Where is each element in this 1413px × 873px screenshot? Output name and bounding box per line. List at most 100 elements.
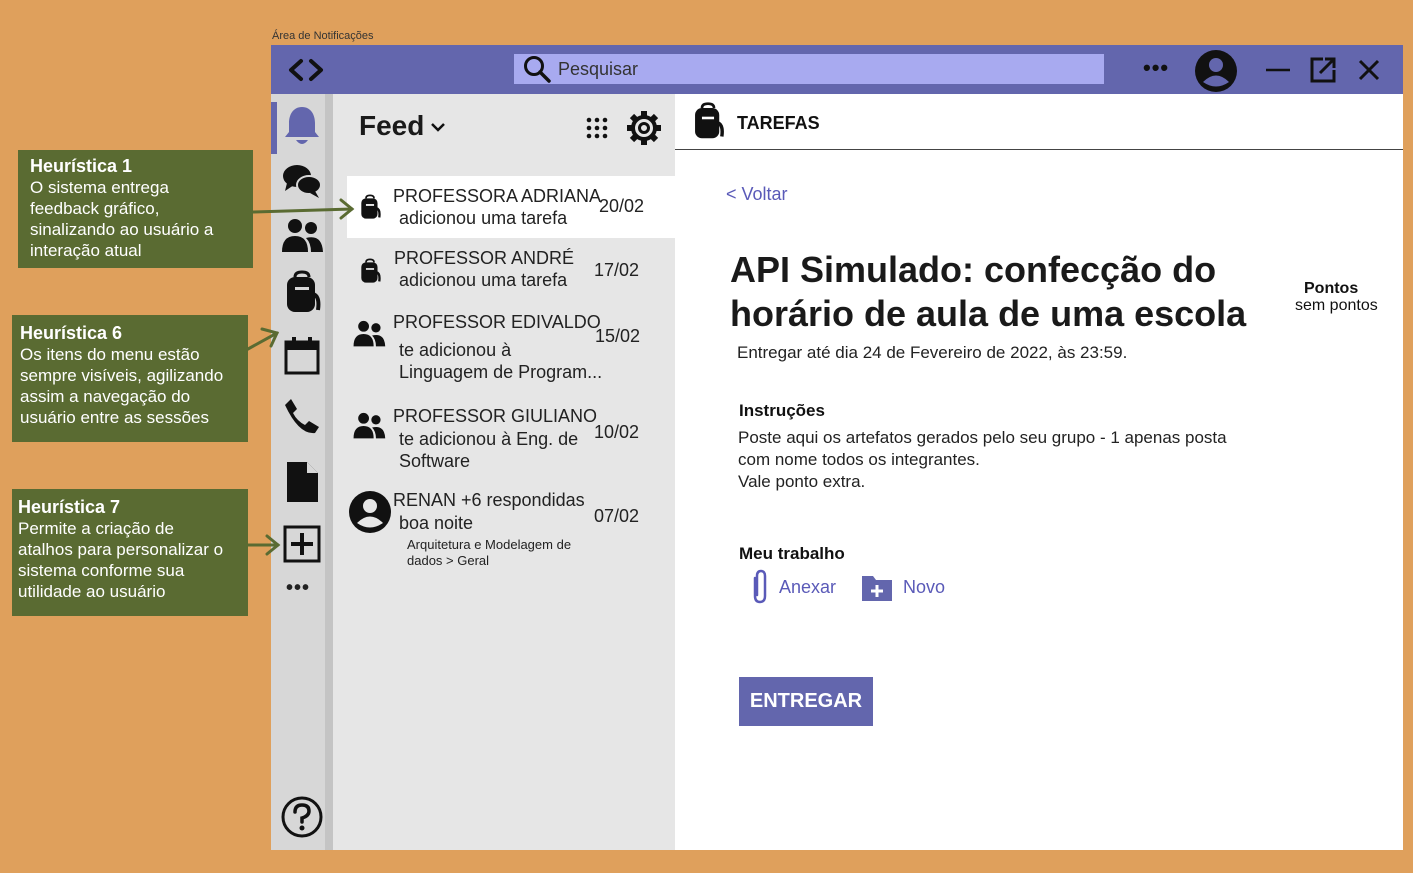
heuristic-note-6: Heurística 6 Os itens do menu estão semp…	[12, 315, 248, 442]
rail-item-notifications[interactable]	[280, 104, 324, 148]
feed-panel: Feed PROFESSORA ADRIANA adicionou uma ta…	[333, 94, 675, 850]
close-icon[interactable]	[1355, 56, 1383, 84]
heuristic-note-1: Heurística 1 O sistema entrega feedback …	[18, 150, 253, 268]
instructions-line: Poste aqui os artefatos gerados pelo seu…	[738, 428, 1227, 447]
rail-item-calls[interactable]	[280, 394, 324, 438]
feed-item-channel: dados > Geral	[407, 553, 490, 568]
new-label: Novo	[903, 576, 946, 597]
note-line: O sistema entrega	[30, 178, 169, 197]
avatar-icon[interactable]	[1194, 49, 1238, 93]
backpack-icon	[361, 258, 381, 283]
top-bar: Pesquisar •••	[271, 45, 1403, 94]
backpack-icon	[695, 102, 724, 139]
apps-grid-icon[interactable]	[585, 116, 609, 140]
backpack-icon	[361, 194, 381, 219]
app-window: Pesquisar ••• ••• Feed PROFESSORA ADRIAN…	[271, 45, 1403, 850]
chat-icon	[283, 165, 322, 198]
feed-item[interactable]: RENAN +6 respondidas boa noite Arquitetu…	[347, 488, 675, 578]
task-title: API Simulado: confecção do horário de au…	[730, 248, 1270, 336]
backpack-icon	[287, 270, 321, 312]
feed-item-sub: te adicionou à	[399, 340, 512, 360]
feed-item-date: 10/02	[594, 422, 640, 442]
back-forward-icon[interactable]	[279, 55, 331, 85]
instructions-line: Vale ponto extra.	[738, 472, 866, 491]
rail-item-files[interactable]	[280, 460, 324, 504]
search-placeholder: Pesquisar	[558, 58, 639, 79]
gear-icon[interactable]	[626, 110, 662, 146]
minimize-icon[interactable]	[1264, 56, 1292, 84]
note-line: interação atual	[30, 241, 142, 260]
feed-item-date: 15/02	[595, 326, 641, 346]
feed-item-name: PROFESSOR GIULIANO	[393, 406, 598, 426]
attach-label: Anexar	[779, 576, 837, 597]
rail-item-teams[interactable]	[280, 214, 324, 258]
due-date: Entregar até dia 24 de Fevereiro de 2022…	[737, 343, 1128, 362]
note-line: sinalizando ao usuário a	[30, 220, 214, 239]
new-button[interactable]: Novo	[861, 572, 945, 602]
search-icon	[524, 56, 551, 83]
plus-box-icon	[283, 525, 321, 563]
feed-item-name: PROFESSOR ANDRÉ	[394, 248, 575, 268]
chevron-down-icon[interactable]	[429, 120, 447, 134]
feed-item-name: RENAN +6 respondidas	[393, 490, 585, 510]
note-line: Permite a criação de	[18, 519, 174, 538]
frame-title: Área de Notificações	[272, 30, 374, 42]
help-button[interactable]	[280, 795, 324, 839]
help-icon	[281, 796, 323, 838]
feed-item-sub: Linguagem de Program...	[399, 362, 603, 382]
back-link[interactable]: < Voltar	[726, 184, 788, 205]
rail-item-calendar[interactable]	[280, 334, 324, 378]
note-line: feedback gráfico,	[30, 199, 160, 218]
note-line: Os itens do menu estão	[20, 345, 200, 364]
note-line: utilidade ao usuário	[18, 582, 166, 601]
calendar-icon	[284, 337, 320, 375]
note-title: Heurística 7	[18, 497, 121, 517]
phone-icon	[285, 399, 319, 434]
note-line: assim a navegação do	[20, 387, 191, 406]
more-icon[interactable]: •••	[1143, 57, 1169, 79]
avatar-icon	[349, 491, 391, 533]
my-work-label: Meu trabalho	[739, 544, 845, 563]
feed-item-sub: adicionou uma tarefa	[399, 208, 568, 228]
feed-item[interactable]: PROFESSOR GIULIANO te adicionou à Eng. d…	[347, 400, 675, 480]
search-input[interactable]: Pesquisar	[514, 54, 1104, 84]
instructions-text: Poste aqui os artefatos gerados pelo seu…	[738, 427, 1328, 493]
rail-active-indicator	[271, 102, 277, 154]
points-label: Pontos	[1304, 280, 1359, 297]
note-line: sempre visíveis, agilizando	[20, 366, 224, 385]
feed-item-sub: boa noite	[399, 513, 474, 533]
feed-item-date: 07/02	[594, 506, 640, 526]
people-icon	[353, 320, 386, 347]
note-line: atalhos para personalizar o	[18, 540, 224, 559]
bell-icon	[285, 107, 319, 144]
feed-title[interactable]: Feed	[359, 110, 424, 142]
attach-button[interactable]: Anexar	[749, 568, 836, 606]
instructions-line: com nome todos os integrantes.	[738, 450, 980, 469]
tab-tasks[interactable]: TAREFAS	[737, 113, 820, 134]
note-title: Heurística 1	[30, 156, 133, 176]
feed-item-name: PROFESSOR EDIVALDO	[393, 312, 601, 332]
tab-header: TAREFAS	[675, 94, 1403, 150]
rail-item-tasks[interactable]	[280, 270, 324, 314]
rail-more-icon[interactable]: •••	[286, 577, 310, 600]
file-icon	[287, 462, 318, 502]
feed-item[interactable]: PROFESSORA ADRIANA adicionou uma tarefa …	[347, 176, 675, 238]
popout-icon[interactable]	[1309, 56, 1337, 84]
rail-item-chat[interactable]	[280, 160, 324, 204]
feed-item-date: 20/02	[599, 196, 645, 216]
heuristic-note-7: Heurística 7 Permite a criação de atalho…	[12, 489, 248, 616]
rail-item-add[interactable]	[280, 522, 324, 566]
feed-item[interactable]: PROFESSOR EDIVALDO te adicionou à Lingua…	[347, 306, 675, 390]
points-value: sem pontos	[1295, 297, 1378, 314]
task-title-line: horário de aula de uma escola	[730, 293, 1247, 334]
note-title: Heurística 6	[20, 323, 123, 343]
feed-item-sub: Software	[399, 451, 471, 471]
submit-button[interactable]: ENTREGAR	[739, 677, 873, 726]
feed-item-name: PROFESSORA ADRIANA	[393, 186, 602, 206]
new-folder-icon	[862, 576, 892, 601]
people-icon	[282, 219, 323, 252]
feed-item-channel: Arquitetura e Modelagem de	[407, 537, 572, 552]
feed-item-sub: adicionou uma tarefa	[399, 270, 568, 290]
feed-item-sub: te adicionou à Eng. de	[399, 429, 579, 449]
feed-item[interactable]: PROFESSOR ANDRÉ adicionou uma tarefa 17/…	[347, 242, 675, 302]
